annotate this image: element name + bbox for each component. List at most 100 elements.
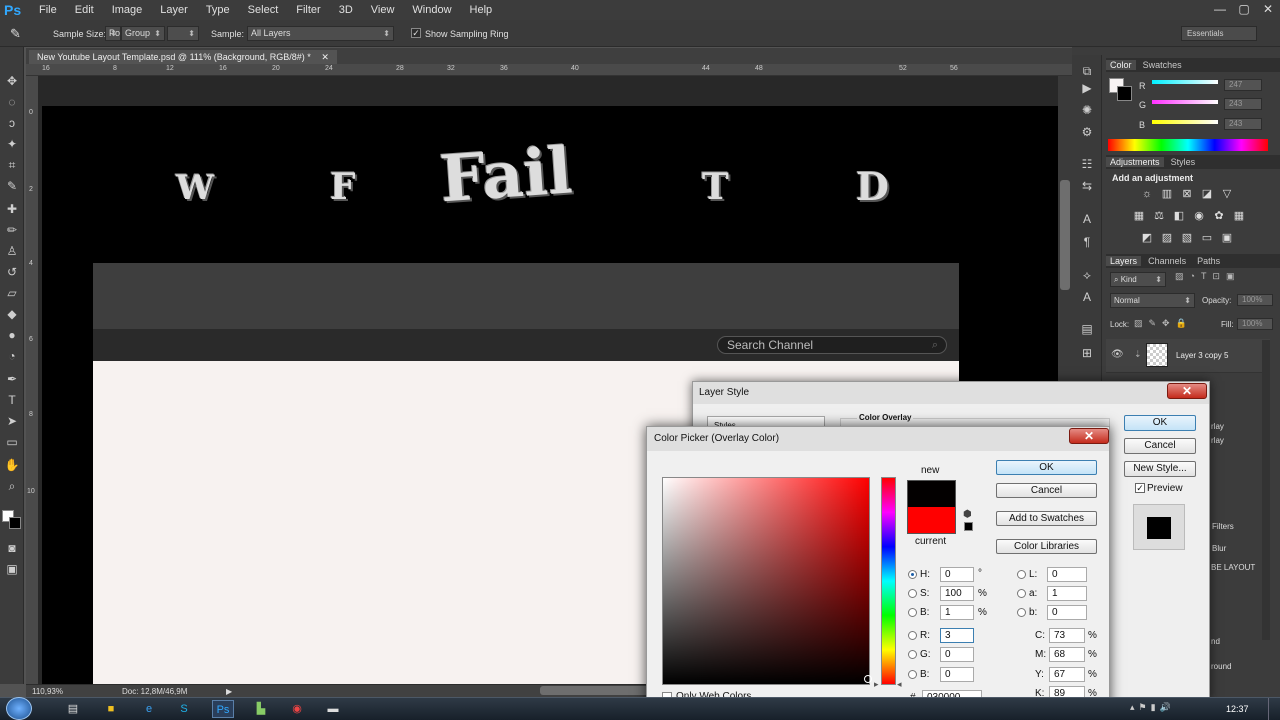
start-button[interactable] <box>6 697 32 720</box>
taskbar-chrome-icon[interactable]: ◉ <box>286 700 308 718</box>
show-desktop-button[interactable] <box>1268 698 1280 720</box>
menu-file[interactable]: File <box>30 0 66 20</box>
layer-name[interactable]: Layer 3 copy 5 <box>1176 351 1228 360</box>
layer-style-close-button[interactable]: ✕ <box>1167 383 1207 399</box>
glyphs-panel-icon[interactable]: A <box>1078 288 1096 306</box>
tab-channels[interactable]: Channels <box>1144 256 1190 266</box>
tab-layers[interactable]: Layers <box>1106 256 1142 266</box>
magenta-field[interactable]: 68 <box>1049 647 1085 662</box>
show-sampling-ring-checkbox[interactable]: ✓ <box>411 28 421 38</box>
magic-wand-tool-icon[interactable]: ✦ <box>2 135 22 153</box>
color-field[interactable] <box>662 477 870 685</box>
tab-color[interactable]: Color <box>1106 60 1136 70</box>
menu-3d[interactable]: 3D <box>330 0 362 20</box>
invert-icon[interactable]: ◩ <box>1140 231 1154 245</box>
new-style-button[interactable]: New Style... <box>1124 461 1196 477</box>
gradient-map-icon[interactable]: ▭ <box>1200 231 1214 245</box>
marquee-tool-icon[interactable]: ◌ <box>2 93 22 111</box>
hue-saturation-icon[interactable]: ▦ <box>1132 209 1146 223</box>
web-safe-warning-icon[interactable] <box>964 522 973 531</box>
horizontal-scrollbar-thumb[interactable] <box>540 686 650 695</box>
lab-l-radio[interactable] <box>1017 570 1026 579</box>
document-tab[interactable]: New Youtube Layout Template.psd @ 111% (… <box>29 50 337 64</box>
tab-styles[interactable]: Styles <box>1167 157 1200 167</box>
eyedropper-tool-icon[interactable]: ✎ <box>2 177 22 195</box>
maximize-button[interactable]: ▢ <box>1232 0 1256 18</box>
brightness-field[interactable]: 1 <box>940 605 974 620</box>
fill-value[interactable]: 100% <box>1237 318 1273 330</box>
layers-scrollbar[interactable] <box>1262 340 1270 640</box>
eraser-tool-icon[interactable]: ▱ <box>2 284 22 302</box>
levels-icon[interactable]: ▥ <box>1160 187 1174 201</box>
blue-field[interactable]: 0 <box>940 667 974 682</box>
background-color-swatch[interactable] <box>9 517 21 529</box>
color-libraries-button[interactable]: Color Libraries <box>996 539 1097 554</box>
yellow-field[interactable]: 67 <box>1049 667 1085 682</box>
quick-mask-icon[interactable]: ◙ <box>2 539 22 557</box>
paragraph-panel-icon[interactable]: ¶ <box>1078 233 1096 251</box>
rectangle-tool-icon[interactable]: ▭ <box>2 433 22 451</box>
dodge-tool-icon[interactable]: ◔ <box>2 347 22 365</box>
history-brush-tool-icon[interactable]: ↺ <box>2 263 22 281</box>
taskbar-window-icon[interactable]: ▬ <box>322 700 344 718</box>
group-select[interactable]: Group <box>121 26 165 41</box>
system-tray-icons[interactable]: ▴⚑▮🔊 <box>1130 702 1175 713</box>
brightness-icon[interactable]: ☼ <box>1140 187 1154 201</box>
close-tab-icon[interactable]: ✕ <box>321 52 329 62</box>
preview-checkbox[interactable]: ✓ <box>1135 483 1145 493</box>
color-balance-icon[interactable]: ⚖ <box>1152 209 1166 223</box>
menu-type[interactable]: Type <box>197 0 239 20</box>
channel-mixer-icon[interactable]: ✿ <box>1212 209 1226 223</box>
photo-filter-icon[interactable]: ◉ <box>1192 209 1206 223</box>
color-background-swatch[interactable] <box>1117 86 1132 101</box>
menu-select[interactable]: Select <box>239 0 288 20</box>
curves-icon[interactable]: ⊠ <box>1180 187 1194 201</box>
history-panel-icon[interactable]: ⧉ <box>1078 62 1096 80</box>
saturation-radio[interactable] <box>908 589 917 598</box>
red-radio[interactable] <box>908 631 917 640</box>
hue-slider-left-arrow-icon[interactable]: ▸ <box>874 679 879 690</box>
move-tool-icon[interactable]: ✥ <box>2 72 22 90</box>
taskbar-ie-icon[interactable]: e <box>138 700 160 718</box>
group-select-arrow[interactable] <box>167 26 199 41</box>
menu-edit[interactable]: Edit <box>66 0 103 20</box>
brush-tool-icon[interactable]: ✏ <box>2 221 22 239</box>
saturation-field[interactable]: 100 <box>940 586 974 601</box>
lab-l-field[interactable]: 0 <box>1047 567 1087 582</box>
red-field[interactable]: 3 <box>940 628 974 643</box>
color-lookup-icon[interactable]: ▦ <box>1232 209 1246 223</box>
screen-mode-icon[interactable]: ▣ <box>2 560 22 578</box>
layer-style-ok-button[interactable]: OK <box>1124 415 1196 431</box>
clone-stamp-tool-icon[interactable]: ♙ <box>2 242 22 260</box>
channel-b-value[interactable]: 243 <box>1224 118 1262 130</box>
brightness-radio[interactable] <box>908 608 917 617</box>
crop-tool-icon[interactable]: ⌗ <box>2 156 22 174</box>
lab-a-field[interactable]: 1 <box>1047 586 1087 601</box>
tab-swatches[interactable]: Swatches <box>1139 60 1186 70</box>
channel-g-value[interactable]: 243 <box>1224 98 1262 110</box>
sample-size-select[interactable]: Po <box>105 26 121 41</box>
search-channel-input[interactable]: Search Channel ⌕ <box>717 336 947 354</box>
exposure-icon[interactable]: ◪ <box>1200 187 1214 201</box>
opacity-value[interactable]: 100% <box>1237 294 1273 306</box>
layer-filter-icons[interactable]: ▨◔T⊡▣ <box>1175 271 1240 282</box>
channel-g-slider[interactable] <box>1152 100 1218 104</box>
pen-tool-icon[interactable]: ✒ <box>2 370 22 388</box>
path-selection-tool-icon[interactable]: ➤ <box>2 412 22 430</box>
hue-slider-right-arrow-icon[interactable]: ◂ <box>897 679 902 690</box>
channel-r-value[interactable]: 247 <box>1224 79 1262 91</box>
paint-bucket-tool-icon[interactable]: ◆ <box>2 305 22 323</box>
workspace-select[interactable]: Essentials <box>1181 26 1257 41</box>
taskbar-photoshop-icon[interactable]: Ps <box>212 700 234 718</box>
taskbar-skype-icon[interactable]: S <box>173 700 195 718</box>
hue-slider[interactable] <box>881 477 896 685</box>
layer-style-cancel-button[interactable]: Cancel <box>1124 438 1196 454</box>
menu-help[interactable]: Help <box>461 0 502 20</box>
menu-view[interactable]: View <box>362 0 404 20</box>
lock-icons[interactable]: ▨✎✥🔒 <box>1134 318 1193 329</box>
tab-adjustments[interactable]: Adjustments <box>1106 157 1164 167</box>
taskbar-folder-icon[interactable]: ■ <box>100 700 122 718</box>
info-panel-icon[interactable]: ✺ <box>1078 101 1096 119</box>
hand-tool-icon[interactable]: ✋ <box>2 456 22 474</box>
layer-filter-kind-select[interactable]: ⌕ Kind <box>1110 272 1166 287</box>
